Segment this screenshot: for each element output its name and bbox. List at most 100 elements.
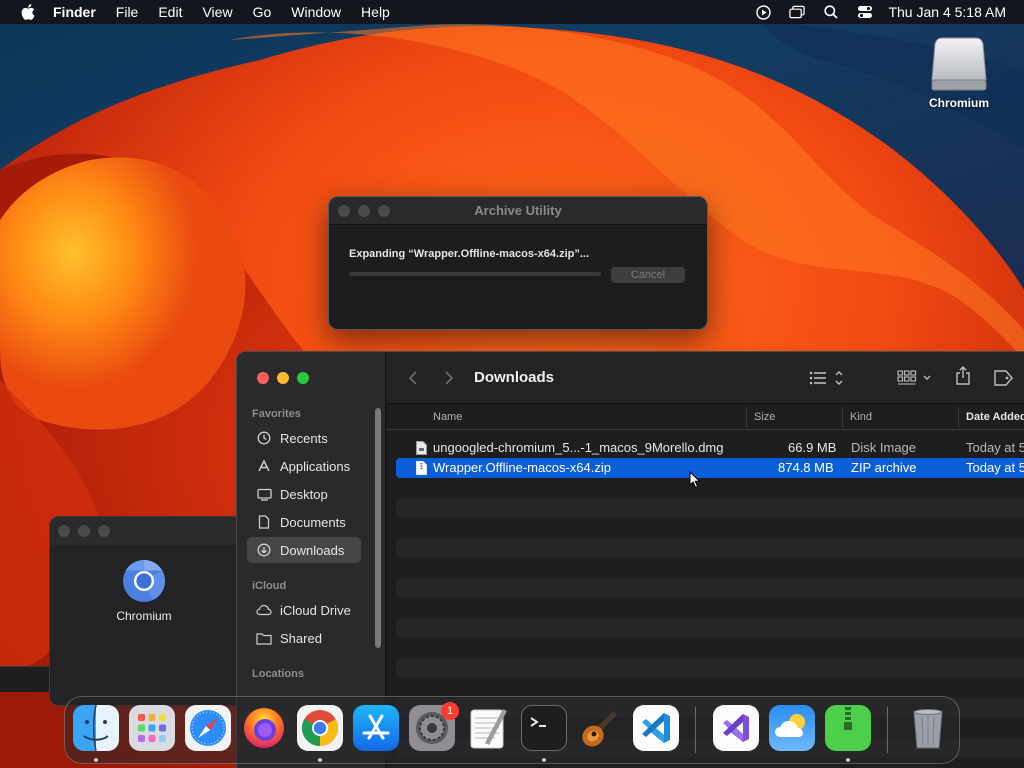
file-name: Wrapper.Offline-macos-x64.zip (433, 460, 611, 475)
dock-instrument-app-icon[interactable] (577, 705, 623, 751)
table-row[interactable]: Wrapper.Offline-macos-x64.zip 874.8 MB Z… (396, 458, 1024, 478)
menu-view[interactable]: View (202, 4, 232, 20)
applications-icon (256, 458, 272, 474)
column-name[interactable]: Name (433, 411, 462, 423)
sidebar-item-label: Documents (280, 514, 346, 530)
group-by-icon[interactable] (896, 368, 936, 388)
sidebar-item-applications[interactable]: Applications (247, 453, 361, 479)
tag-icon[interactable] (988, 368, 1018, 388)
table-row[interactable]: ungoogled-chromium_5...-1_macos_9Morello… (396, 438, 1024, 458)
menu-go[interactable]: Go (253, 4, 272, 20)
archive-titlebar[interactable]: Archive Utility (329, 197, 707, 225)
sidebar-item-label: Applications (280, 458, 351, 474)
list-view-icon[interactable] (808, 368, 844, 388)
zoom-button[interactable] (98, 525, 110, 537)
minimize-button[interactable] (78, 525, 90, 537)
sidebar-section-icloud: iCloud (252, 580, 287, 592)
chromium-volume-window: Chromium (49, 516, 249, 706)
shared-folder-icon (256, 630, 272, 646)
disk-image-file-icon (416, 441, 427, 455)
menu-file[interactable]: File (116, 4, 139, 20)
dock-trash-icon[interactable] (905, 705, 951, 751)
sidebar-item-desktop[interactable]: Desktop (247, 481, 361, 507)
sidebar-item-recents[interactable]: Recents (247, 425, 361, 451)
chromium-app-item[interactable]: Chromium (114, 559, 174, 623)
sidebar-scrollbar[interactable] (375, 408, 381, 648)
zoom-button[interactable] (297, 372, 309, 384)
play-circle-icon[interactable] (755, 4, 771, 20)
menu-window[interactable]: Window (291, 4, 341, 20)
back-chevron-icon[interactable] (404, 369, 422, 387)
column-divider[interactable] (842, 407, 843, 427)
sidebar-item-label: Recents (280, 430, 328, 446)
back-window-titlebar[interactable] (50, 517, 248, 545)
menu-clock[interactable]: Thu Jan 4 5:18 AM (888, 4, 1006, 20)
dock-separator (887, 707, 888, 753)
search-icon[interactable] (823, 4, 839, 20)
column-size[interactable]: Size (754, 411, 775, 423)
column-divider[interactable] (958, 407, 959, 427)
empty-row (396, 498, 1024, 518)
file-kind: ZIP archive (851, 460, 917, 475)
dock-firefox-icon[interactable] (241, 705, 287, 751)
minimize-button[interactable] (277, 372, 289, 384)
notification-badge: 1 (441, 702, 459, 720)
dock-vscode-icon[interactable] (633, 705, 679, 751)
menu-help[interactable]: Help (361, 4, 390, 20)
cancel-button[interactable]: Cancel (611, 267, 685, 283)
empty-row (396, 618, 1024, 638)
screen-mirroring-icon[interactable] (789, 4, 806, 20)
file-size: 66.9 MB (788, 440, 837, 455)
sidebar-item-downloads[interactable]: Downloads (247, 537, 361, 563)
dock-textedit-icon[interactable] (465, 705, 511, 751)
dock-visual-studio-icon[interactable] (713, 705, 759, 751)
archive-message: Expanding “Wrapper.Offline-macos-x64.zip… (349, 248, 590, 260)
close-button[interactable] (58, 525, 70, 537)
desktop-icon (256, 486, 272, 502)
column-divider[interactable] (746, 407, 747, 427)
background-window-edge (0, 666, 50, 692)
dock-chrome-icon[interactable] (297, 705, 343, 751)
sidebar-item-shared[interactable]: Shared (247, 625, 361, 651)
file-name: ungoogled-chromium_5...-1_macos_9Morello… (433, 440, 724, 455)
sidebar-item-icloud-drive[interactable]: iCloud Drive (247, 597, 361, 623)
dock: 1 (64, 696, 960, 764)
dock-separator (695, 707, 696, 753)
desktop-drive[interactable]: Chromium (918, 34, 1000, 110)
sidebar-item-label: Desktop (280, 486, 328, 502)
zip-file-icon (416, 461, 427, 475)
dock-terminal-icon[interactable] (521, 705, 567, 751)
share-icon[interactable] (948, 366, 978, 386)
control-center-icon[interactable] (857, 4, 873, 20)
running-indicator (94, 758, 98, 762)
drive-label: Chromium (929, 96, 989, 110)
dock-safari-icon[interactable] (185, 705, 231, 751)
file-kind: Disk Image (851, 440, 917, 455)
empty-row (396, 578, 1024, 598)
file-size: 874.8 MB (778, 460, 834, 475)
file-date-added: Today at 5 (966, 460, 1024, 475)
menu-bar: Finder File Edit View Go Window Help Thu… (0, 0, 1024, 24)
menu-edit[interactable]: Edit (158, 4, 182, 20)
dock-launchpad-icon[interactable] (129, 705, 175, 751)
sidebar-item-documents[interactable]: Documents (247, 509, 361, 535)
column-kind[interactable]: Kind (850, 411, 872, 423)
archive-title: Archive Utility (474, 203, 562, 218)
disk-drive-icon[interactable] (930, 34, 988, 94)
dock-finder-icon[interactable] (73, 705, 119, 751)
traffic-lights (257, 372, 317, 384)
chromium-label: Chromium (116, 609, 172, 623)
dock-weather-icon[interactable] (769, 705, 815, 751)
sidebar-item-label: Downloads (280, 542, 345, 558)
column-date-added[interactable]: Date Added (966, 411, 1024, 423)
running-indicator (846, 758, 850, 762)
clock-icon (256, 430, 272, 446)
menu-app-name[interactable]: Finder (53, 4, 96, 20)
dock-archive-utility-icon[interactable] (825, 705, 871, 751)
finder-toolbar: Downloads (386, 352, 1024, 404)
close-button[interactable] (257, 372, 269, 384)
chromium-icon[interactable] (122, 559, 166, 603)
forward-chevron-icon[interactable] (440, 369, 458, 387)
dock-app-store-icon[interactable] (353, 705, 399, 751)
apple-menu-icon[interactable] (17, 0, 39, 24)
